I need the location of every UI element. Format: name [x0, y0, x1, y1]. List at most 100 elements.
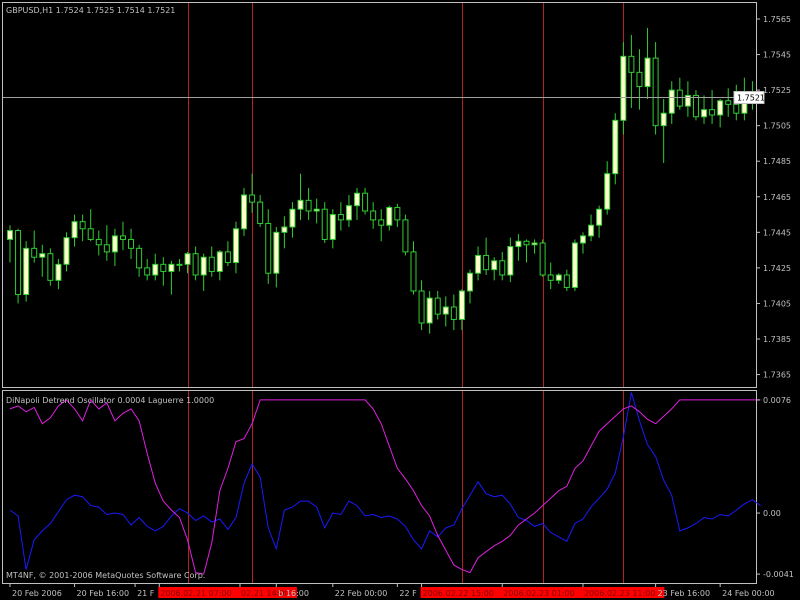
candle-body [103, 244, 110, 253]
candle-body [47, 253, 54, 281]
candle-body [515, 240, 522, 248]
candle-body [297, 199, 304, 210]
current-price-box: 1.7521 [733, 91, 765, 104]
candle-body [313, 208, 320, 212]
price-tick-label: 1.7445 [763, 228, 791, 237]
candle-body [612, 119, 619, 175]
price-tick-label: 1.7405 [763, 299, 791, 308]
candle-body [354, 192, 361, 207]
candle-body [555, 274, 562, 281]
trading-chart[interactable]: 1.7565 1.7545 1.7525 1.7505 1.7485 1.7465 1.74… [0, 0, 800, 600]
candle-body [216, 251, 223, 272]
time-label: b 16:00 [278, 589, 309, 598]
price-tick-label: 1.7465 [763, 193, 791, 202]
candle-body [652, 57, 659, 127]
candle-body [660, 112, 667, 127]
candle-body [531, 242, 538, 246]
candle-body [636, 71, 643, 88]
candle-body [466, 272, 473, 292]
candle-body [168, 263, 175, 272]
candle-body [136, 247, 143, 269]
candle-body [15, 230, 22, 296]
candle-body [79, 221, 86, 230]
time-label: 20 Feb 2006 [12, 589, 62, 598]
candle-body [725, 100, 732, 105]
candle-body [55, 263, 62, 281]
candle-body [628, 55, 635, 73]
candle-body [701, 109, 708, 118]
candle [241, 187, 248, 236]
candle-body [249, 194, 256, 203]
price-tick-label: 1.7485 [763, 157, 791, 166]
candle-body [39, 253, 46, 258]
candle-body [273, 231, 280, 274]
candle-body [63, 237, 70, 265]
candle-body [321, 208, 328, 240]
candle-body [563, 274, 570, 288]
candle [539, 239, 546, 277]
candle-body [539, 242, 546, 276]
time-label: 2006.02.23 11:00 [584, 589, 655, 598]
candle-body [265, 222, 272, 274]
time-label: 24 Feb 00:00 [722, 589, 774, 598]
candle-body [523, 240, 530, 246]
candle-body [588, 224, 595, 237]
candle-body [434, 297, 441, 315]
candle-body [87, 228, 94, 240]
candle-body [458, 290, 465, 320]
price-tick-label: 1.7565 [763, 15, 791, 24]
candle-body [579, 235, 586, 244]
candle-body [491, 260, 498, 271]
candle-body [483, 254, 490, 271]
candle-body [620, 55, 627, 121]
candle-body [7, 230, 13, 240]
candle-body [337, 214, 344, 221]
candle-body [596, 208, 603, 226]
candle-body [604, 173, 611, 210]
candle-body [475, 254, 482, 274]
candle-body [160, 263, 167, 272]
candle-body [717, 100, 724, 116]
candle-body [418, 290, 425, 324]
candle-body [378, 219, 385, 226]
candle-body [709, 109, 716, 116]
time-label: 2006.02.23 01:00 [503, 589, 574, 598]
candle-body [571, 242, 578, 288]
osc-tick-label: 0.0076 [763, 396, 791, 405]
candle-body [71, 221, 78, 239]
candle-body [152, 263, 159, 276]
candle-body [23, 247, 30, 296]
candle-body [668, 89, 675, 114]
candle-body [224, 251, 231, 264]
oscillator-title: DiNapoli Detrend Oscillator 0.0004 Lague… [6, 396, 214, 405]
candle-body [402, 219, 409, 253]
price-tick-label: 1.7525 [763, 86, 791, 95]
candle-body [119, 235, 126, 240]
candle-body [692, 94, 699, 118]
candle-body [232, 228, 239, 264]
candle-body [95, 238, 102, 246]
candle-body [450, 306, 457, 320]
candle-body [208, 256, 215, 272]
time-label: 2006.02.22 15:00 [423, 589, 494, 598]
candle-body [281, 226, 288, 233]
price-tick-label: 1.7545 [763, 51, 791, 60]
candle-body [329, 214, 336, 240]
price-tick-label: 1.7425 [763, 264, 791, 273]
candle-body [499, 260, 506, 276]
candle-body [394, 206, 401, 221]
osc-tick-label: -0.0041 [763, 570, 794, 579]
price-chart-title: GBPUSD,H1 1.7524 1.7525 1.7514 1.7521 [6, 6, 175, 15]
current-price-label: 1.7521 [737, 94, 765, 103]
candle-body [144, 267, 151, 276]
candle-body [507, 246, 514, 276]
candle-body [386, 206, 393, 226]
candle-body [305, 199, 312, 212]
candle-body [733, 103, 740, 114]
candle-body [257, 201, 264, 224]
candle-body [370, 210, 377, 221]
candle [23, 241, 30, 302]
candle-body [192, 253, 199, 276]
price-tick-label: 1.7505 [763, 122, 791, 131]
candle [571, 239, 578, 291]
